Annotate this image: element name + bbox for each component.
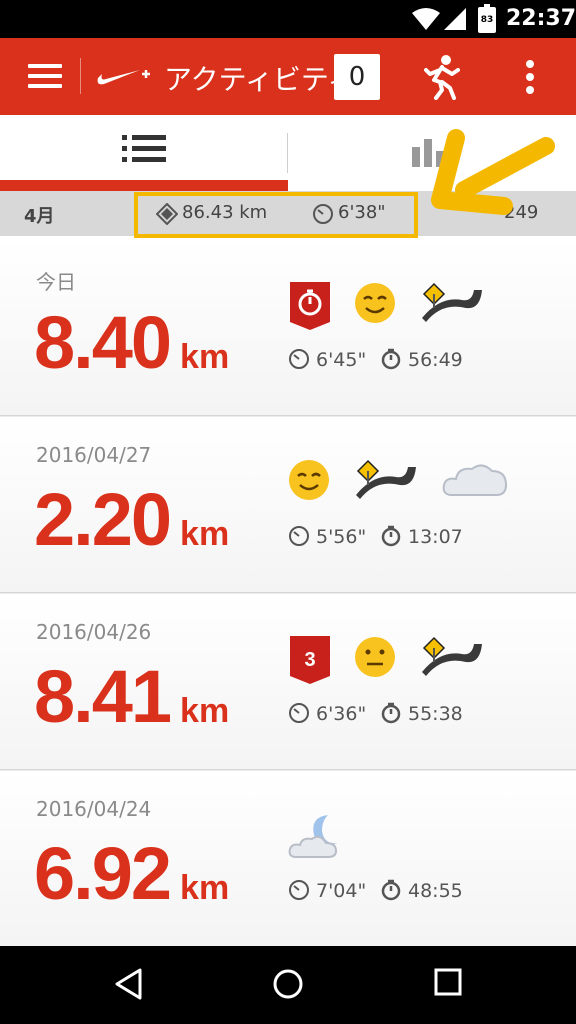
rank-3-badge-icon: 3	[290, 636, 330, 684]
system-nav-bar	[0, 946, 576, 1024]
road-icon	[422, 282, 482, 322]
app-bar-divider	[80, 58, 81, 94]
stopwatch-icon	[381, 702, 401, 724]
activity-card[interactable]: 2016/04/26 8.41 km 3 6'36" 55:38	[0, 594, 576, 770]
activity-distance: 8.41 km	[34, 655, 230, 738]
overflow-menu-icon[interactable]	[526, 60, 536, 99]
pace-gauge-icon	[289, 349, 309, 369]
activity-list[interactable]: 今日 8.40 km 6'45" 56:49 2016/04/27 2.20 k…	[0, 240, 576, 946]
smiley-icon	[355, 283, 395, 323]
battery-level: 83	[480, 15, 494, 25]
stopwatch-icon	[381, 525, 401, 547]
activity-card[interactable]: 2016/04/24 6.92 km 7'04" 48:55	[0, 771, 576, 946]
nike-plus-logo-icon	[97, 70, 150, 85]
activity-date: 2016/04/27	[36, 443, 152, 467]
activity-duration: 56:49	[380, 348, 463, 371]
wifi-icon	[412, 8, 440, 30]
activity-pace: 5'56"	[288, 525, 366, 548]
summary-highlight-box	[134, 192, 418, 238]
cloud-icon	[442, 464, 508, 496]
activity-distance: 6.92 km	[34, 832, 230, 915]
stopwatch-badge-icon	[290, 282, 330, 330]
runner-icon[interactable]	[420, 54, 464, 100]
rank-badge-text: 3	[304, 649, 315, 671]
status-time: 22:37	[506, 6, 576, 31]
battery-icon: 83	[478, 4, 496, 33]
road-icon	[356, 459, 416, 499]
stopwatch-icon	[381, 348, 401, 370]
activity-duration: 55:38	[380, 702, 463, 725]
notification-badge[interactable]: 0	[334, 54, 380, 100]
back-icon[interactable]	[114, 968, 144, 1000]
app-title: アクティビティ	[164, 63, 334, 96]
app-root: 83 22:37 アクティビティ 0	[0, 0, 576, 1024]
activity-date: 2016/04/26	[36, 620, 152, 644]
smiley-icon	[289, 460, 329, 500]
stopwatch-icon	[381, 879, 401, 901]
pace-gauge-icon	[289, 703, 309, 723]
recent-apps-icon[interactable]	[434, 968, 462, 996]
activity-duration: 48:55	[380, 879, 463, 902]
activity-date: 2016/04/24	[36, 797, 152, 821]
activity-duration: 13:07	[380, 525, 463, 548]
pace-gauge-icon	[289, 880, 309, 900]
menu-icon[interactable]	[28, 64, 62, 88]
pace-gauge-icon	[289, 526, 309, 546]
summary-month: 4月	[24, 206, 55, 227]
activity-date: 今日	[36, 270, 76, 294]
list-icon	[122, 135, 166, 162]
moon-cloud-icon	[288, 815, 338, 858]
yellow-arrow-icon	[431, 129, 555, 215]
activity-card[interactable]: 2016/04/27 2.20 km 5'56" 13:07	[0, 417, 576, 593]
neutral-face-icon	[355, 637, 395, 677]
status-bar: 83 22:37	[0, 0, 576, 38]
activity-pace: 6'45"	[288, 348, 366, 371]
activity-distance: 8.40 km	[34, 301, 230, 384]
app-bar: アクティビティ 0	[0, 38, 576, 115]
home-icon[interactable]	[272, 968, 304, 1000]
road-icon	[422, 636, 482, 676]
activity-distance: 2.20 km	[34, 478, 230, 561]
activity-pace: 6'36"	[288, 702, 366, 725]
activity-card[interactable]: 今日 8.40 km 6'45" 56:49	[0, 240, 576, 416]
activity-pace: 7'04"	[288, 879, 366, 902]
tab-selected-indicator	[0, 180, 288, 191]
signal-icon	[444, 8, 466, 30]
